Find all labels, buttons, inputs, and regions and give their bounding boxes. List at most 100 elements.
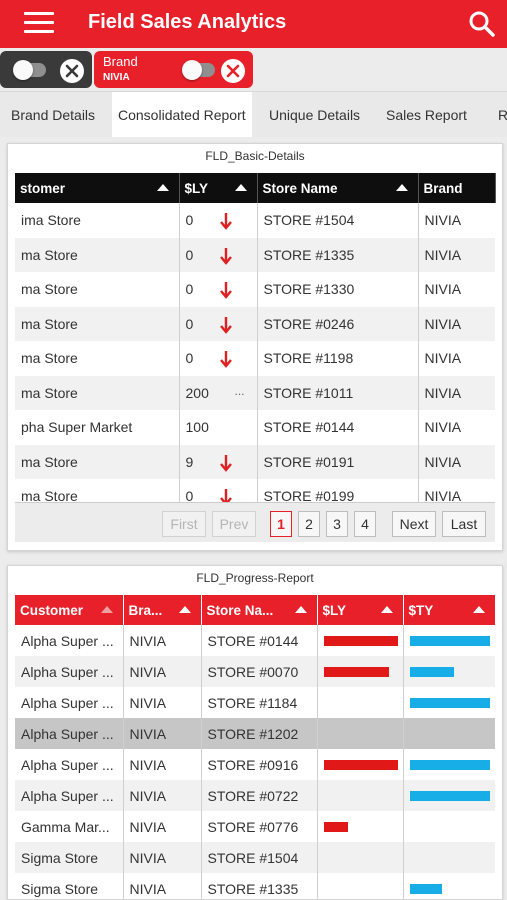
table-row[interactable]: Alpha Super ... NIVIA STORE #0722 bbox=[15, 780, 495, 811]
brand-cell-text: NIVIA bbox=[424, 281, 462, 298]
tab-brand-details[interactable]: Brand Details bbox=[5, 92, 101, 137]
brand-cell: NIVIA bbox=[418, 272, 495, 307]
tab-sales-report[interactable]: Sales Report bbox=[380, 92, 473, 137]
table-row[interactable]: Alpha Super ... NIVIA STORE #0070 bbox=[15, 656, 495, 687]
page-button-2[interactable]: 2 bbox=[298, 511, 320, 537]
ly-bar-cell bbox=[317, 625, 404, 656]
brand-cell-text: NIVIA bbox=[424, 384, 462, 401]
column-header-store-name[interactable]: Store Na... bbox=[201, 595, 318, 625]
customer-cell: Gamma Mar... bbox=[15, 811, 124, 842]
customer-cell: Sigma Store bbox=[15, 842, 124, 873]
table-row[interactable]: Sigma Store NIVIA STORE #1335 bbox=[15, 873, 495, 899]
column-header-ly[interactable]: $LY bbox=[179, 173, 258, 203]
table-row[interactable]: pha Super Market 100 STORE #0144 NIVIA bbox=[15, 410, 495, 445]
store-name-cell: STORE #0144 bbox=[257, 410, 419, 445]
brand-cell: NIVIA bbox=[418, 203, 495, 238]
prev-page-button[interactable]: Prev bbox=[212, 511, 256, 537]
column-header-brand[interactable]: Bra... bbox=[123, 595, 202, 625]
table-row[interactable]: Alpha Super ... NIVIA STORE #1202 bbox=[15, 718, 495, 749]
close-icon[interactable] bbox=[60, 59, 84, 83]
table-row[interactable]: ma Store 9 STORE #0191 NIVIA bbox=[15, 444, 495, 479]
customer-cell: Alpha Super ... bbox=[15, 780, 124, 811]
customer-cell: ma Store bbox=[15, 444, 180, 479]
store-name-cell-text: STORE #1184 bbox=[207, 694, 298, 711]
filter-chip-label: Brand bbox=[103, 54, 138, 69]
store-name-cell-text: STORE #1202 bbox=[207, 725, 299, 742]
filter-toggle[interactable] bbox=[13, 60, 46, 80]
table-row[interactable]: Alpha Super ... NIVIA STORE #0144 bbox=[15, 625, 495, 656]
customer-cell-text: Alpha Super ... bbox=[21, 694, 114, 711]
column-header-brand[interactable]: Brand bbox=[418, 173, 496, 203]
brand-cell: NIVIA bbox=[418, 375, 495, 410]
table-row[interactable]: ma Store 0 STORE #1335 NIVIA bbox=[15, 237, 495, 272]
table-row[interactable]: Gamma Mar... NIVIA STORE #0776 bbox=[15, 811, 495, 842]
first-page-button[interactable]: First bbox=[162, 511, 206, 537]
table-row[interactable]: ma Store 0 STORE #1330 NIVIA bbox=[15, 272, 495, 307]
column-header-ly[interactable]: $LY bbox=[317, 595, 404, 625]
tab-consolidated-report[interactable]: Consolidated Report bbox=[112, 92, 252, 137]
store-name-cell-text: STORE #1504 bbox=[207, 849, 299, 866]
close-icon[interactable] bbox=[221, 59, 245, 83]
tab-more[interactable]: R bbox=[492, 92, 507, 137]
ly-progress-bar bbox=[323, 821, 348, 832]
ty-bar-cell bbox=[403, 656, 495, 687]
ty-bar-cell bbox=[403, 842, 495, 873]
trend-down-arrow-icon bbox=[219, 454, 232, 475]
brand-cell-text: NIVIA bbox=[129, 632, 167, 649]
table-row[interactable]: ma Store 0 STORE #1198 NIVIA bbox=[15, 341, 495, 376]
ty-progress-bar bbox=[409, 666, 454, 677]
customer-cell-text: ma Store bbox=[21, 350, 78, 367]
brand-cell-text: NIVIA bbox=[129, 787, 167, 804]
store-name-cell: STORE #0191 bbox=[257, 444, 419, 479]
table-row[interactable]: Alpha Super ... NIVIA STORE #1184 bbox=[15, 687, 495, 718]
store-name-cell-text: STORE #1330 bbox=[263, 281, 355, 298]
trend-down-arrow-icon bbox=[219, 350, 232, 371]
next-page-button[interactable]: Next bbox=[392, 511, 436, 537]
brand-cell-text: NIVIA bbox=[424, 315, 462, 332]
brand-cell: NIVIA bbox=[123, 780, 202, 811]
store-name-cell-text: STORE #1011 bbox=[263, 384, 354, 401]
store-name-cell: STORE #1335 bbox=[257, 237, 419, 272]
brand-cell-text: NIVIA bbox=[424, 350, 462, 367]
store-name-cell-text: STORE #1504 bbox=[263, 212, 355, 229]
table-row[interactable]: ma Store 200... STORE #1011 NIVIA bbox=[15, 375, 495, 410]
ly-cell-text: 0 bbox=[185, 281, 194, 298]
brand-cell: NIVIA bbox=[123, 687, 202, 718]
customer-cell-text: Alpha Super ... bbox=[21, 787, 114, 804]
report-tabs: Brand Details Consolidated Report Unique… bbox=[0, 91, 507, 137]
column-header-customer[interactable]: Customer bbox=[15, 595, 124, 625]
brand-cell-text: NIVIA bbox=[424, 246, 462, 263]
progress-report-table: Customer Bra... Store Na... $LY $TY Alph… bbox=[15, 595, 496, 899]
ly-bar-cell bbox=[317, 873, 404, 899]
table-row[interactable]: Sigma Store NIVIA STORE #1504 bbox=[15, 842, 495, 873]
tab-unique-details[interactable]: Unique Details bbox=[263, 92, 366, 137]
page-button-4[interactable]: 4 bbox=[354, 511, 376, 537]
store-name-cell: STORE #1335 bbox=[201, 873, 318, 899]
store-name-cell: STORE #1184 bbox=[201, 687, 318, 718]
ty-progress-bar bbox=[409, 790, 490, 801]
column-header-store-name[interactable]: Store Name bbox=[257, 173, 419, 203]
column-header-customer[interactable]: stomer bbox=[15, 173, 180, 203]
store-name-cell-text: STORE #1335 bbox=[207, 880, 299, 897]
store-name-cell: STORE #0246 bbox=[257, 306, 419, 341]
customer-cell-text: Alpha Super ... bbox=[21, 725, 114, 742]
table-row[interactable]: ma Store 0 STORE #0246 NIVIA bbox=[15, 306, 495, 341]
panel-title: FLD_Progress-Report bbox=[196, 571, 314, 585]
store-name-cell: STORE #1330 bbox=[257, 272, 419, 307]
column-header-ty[interactable]: $TY bbox=[403, 595, 496, 625]
last-page-button[interactable]: Last bbox=[442, 511, 486, 537]
ly-cell-text: 0 bbox=[185, 212, 194, 229]
more-ellipsis-icon[interactable]: ... bbox=[235, 384, 245, 398]
ly-cell-text: 9 bbox=[185, 453, 194, 470]
page-button-1[interactable]: 1 bbox=[270, 511, 292, 537]
table-row[interactable]: Alpha Super ... NIVIA STORE #0916 bbox=[15, 749, 495, 780]
filter-chip-unlabeled bbox=[0, 51, 92, 88]
page-button-3[interactable]: 3 bbox=[326, 511, 348, 537]
store-name-cell: STORE #0776 bbox=[201, 811, 318, 842]
menu-icon[interactable] bbox=[24, 12, 54, 36]
filter-toggle[interactable] bbox=[182, 60, 215, 80]
customer-cell-text: Sigma Store bbox=[21, 849, 99, 866]
search-icon[interactable] bbox=[468, 10, 496, 38]
table-row[interactable]: ima Store 0 STORE #1504 NIVIA bbox=[15, 203, 495, 238]
ty-progress-bar bbox=[409, 883, 442, 894]
